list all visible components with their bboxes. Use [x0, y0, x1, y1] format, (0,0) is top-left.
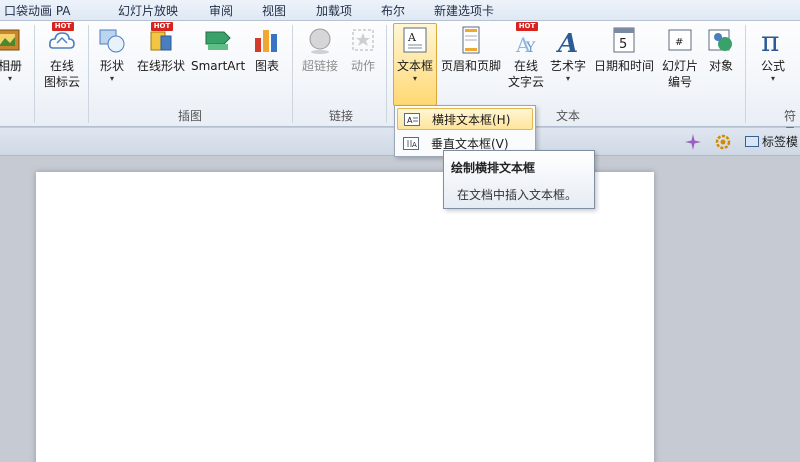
textbox-button[interactable]: A 文本框 ▾	[393, 23, 437, 106]
pi-icon: π	[757, 24, 789, 58]
chevron-down-icon: ▾	[412, 74, 417, 83]
gear-icon[interactable]	[714, 133, 732, 151]
album-icon	[0, 24, 23, 56]
album-button[interactable]: 相册 ▾	[0, 24, 24, 84]
tooltip-title: 绘制横排文本框	[451, 161, 536, 175]
object-icon	[705, 24, 737, 56]
online-icon-cloud-button[interactable]: HOT 在线 图标云	[40, 22, 84, 90]
svg-text:A: A	[555, 29, 578, 56]
menu-item-horizontal-textbox[interactable]: A 横排文本框(H)	[397, 108, 533, 130]
separator	[292, 25, 293, 123]
vertical-textbox-icon: A	[403, 137, 419, 150]
chevron-down-icon: ▾	[770, 74, 775, 83]
datetime-button[interactable]: 5 日期和时间	[592, 24, 656, 74]
ribbon-tab-bar: 口袋动画 PA 幻灯片放映 审阅 视图 加载项 布尔 新建选项卡	[0, 0, 800, 21]
tooltip-body: 在文档中插入文本框。	[457, 188, 578, 202]
chart-button[interactable]: 图表	[250, 24, 284, 74]
header-footer-icon	[455, 24, 487, 56]
sparkle-icon[interactable]	[684, 133, 702, 151]
slide-canvas[interactable]	[36, 172, 654, 462]
textbox-tooltip: 绘制横排文本框 在文档中插入文本框。	[443, 150, 595, 209]
separator	[386, 25, 387, 123]
label-template-link[interactable]: 标签模	[762, 133, 798, 150]
online-shape-button[interactable]: HOT 在线形状	[135, 22, 187, 74]
smartart-button[interactable]: SmartArt	[191, 24, 245, 74]
hot-badge: HOT	[151, 22, 173, 31]
globe-link-icon	[304, 24, 336, 56]
wordart-icon: A	[552, 24, 584, 59]
tab-pocket-animation[interactable]: 口袋动画 PA	[4, 2, 71, 19]
formula-button[interactable]: π 公式 ▾	[752, 24, 794, 84]
object-button[interactable]: 对象	[704, 24, 738, 74]
wordcloud-icon: HOT AY	[510, 22, 542, 57]
online-wordcloud-button[interactable]: HOT AY 在线 文字云	[505, 22, 547, 90]
tab-review[interactable]: 审阅	[209, 2, 233, 19]
slide-number-button[interactable]: # 幻灯片 编号	[660, 24, 700, 90]
shapes-icon	[96, 24, 128, 56]
svg-text:A: A	[412, 141, 417, 149]
chevron-down-icon: ▾	[565, 74, 570, 83]
tab-view[interactable]: 视图	[262, 2, 286, 19]
action-star-icon	[347, 24, 379, 56]
svg-text:A: A	[407, 116, 413, 125]
svg-text:π: π	[761, 25, 779, 56]
tab-addins[interactable]: 加载项	[316, 2, 352, 19]
bar-chart-icon	[251, 24, 283, 56]
separator	[88, 25, 89, 123]
separator	[745, 25, 746, 123]
textbox-icon: A	[399, 24, 431, 56]
tab-new-tab[interactable]: 新建选项卡	[434, 2, 494, 19]
svg-text:5: 5	[619, 37, 627, 52]
slide-number-icon: #	[664, 24, 696, 56]
horizontal-textbox-icon: A	[404, 113, 420, 126]
header-footer-button[interactable]: 页眉和页脚	[440, 24, 502, 74]
action-button[interactable]: 动作	[346, 24, 380, 74]
hot-badge: HOT	[52, 22, 74, 31]
shape-button[interactable]: 形状 ▾	[94, 24, 130, 84]
svg-text:Y: Y	[525, 40, 536, 56]
separator	[34, 25, 35, 123]
tab-slideshow[interactable]: 幻灯片放映	[118, 2, 178, 19]
tab-boolean[interactable]: 布尔	[381, 2, 405, 19]
group-label-illustrations: 插图	[178, 109, 203, 123]
icon-cloud-icon: HOT	[46, 22, 78, 56]
chevron-down-icon: ▾	[109, 74, 114, 83]
smartart-icon	[202, 24, 234, 56]
online-shape-icon: HOT	[145, 22, 177, 56]
calendar-icon: 5	[608, 24, 640, 56]
group-label-text: 文本	[556, 109, 581, 123]
hyperlink-button[interactable]: 超链接	[298, 24, 342, 74]
svg-text:#: #	[675, 37, 683, 48]
wordart-button[interactable]: A 艺术字 ▾	[550, 24, 586, 84]
chevron-down-icon: ▾	[7, 74, 12, 83]
group-label-links: 链接	[329, 109, 354, 123]
hot-badge: HOT	[516, 22, 538, 31]
svg-text:A: A	[407, 31, 417, 44]
label-template-icon	[745, 136, 759, 147]
